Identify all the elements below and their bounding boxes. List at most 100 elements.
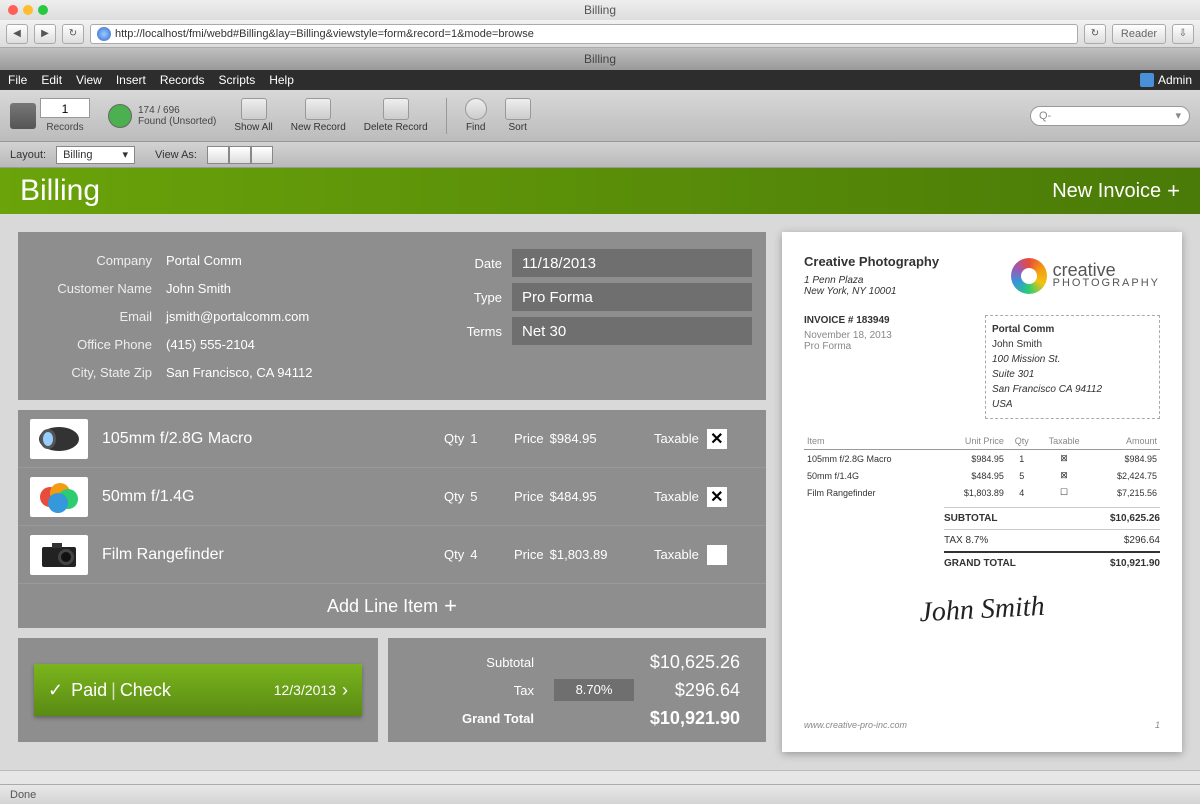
paid-date: 12/3/2013	[274, 682, 336, 698]
sort-button[interactable]: Sort	[505, 98, 531, 133]
qty-value[interactable]: 5	[470, 489, 477, 504]
check-icon: ✓	[48, 680, 63, 701]
paid-label: Paid	[71, 680, 107, 701]
citystate-field[interactable]: San Francisco, CA 94112	[166, 365, 312, 380]
signature: John Smith	[803, 585, 1160, 636]
record-navigator[interactable]: 1 Records	[10, 98, 90, 133]
find-button[interactable]: Find	[465, 98, 487, 133]
quick-search[interactable]: Q-▾	[1030, 106, 1190, 126]
line-items-panel: 105mm f/2.8G Macro Qty1 Price$984.95 Tax…	[18, 410, 766, 628]
record-number-input[interactable]: 1	[40, 98, 90, 118]
customer-name-field[interactable]: John Smith	[166, 281, 231, 296]
price-value[interactable]: $984.95	[550, 431, 597, 446]
reader-button[interactable]: Reader	[1112, 24, 1166, 44]
show-all-button[interactable]: Show All	[234, 98, 272, 133]
phone-field[interactable]: (415) 555-2104	[166, 337, 255, 352]
window-controls[interactable]	[8, 5, 48, 15]
line-item[interactable]: 105mm f/2.8G Macro Qty1 Price$984.95 Tax…	[18, 410, 766, 468]
aperture-icon	[1011, 258, 1047, 294]
qty-value[interactable]: 4	[470, 547, 477, 562]
taxable-checkbox[interactable]	[707, 545, 727, 565]
price-value[interactable]: $484.95	[550, 489, 597, 504]
payment-status-bar[interactable]: ✓ Paid | Check 12/3/2013 ›	[34, 664, 362, 716]
line-item[interactable]: 50mm f/1.4G Qty5 Price$484.95 Taxable✕	[18, 468, 766, 526]
found-sub: Found (Unsorted)	[138, 116, 216, 127]
user-name: Admin	[1158, 73, 1192, 87]
layout-label: Layout:	[10, 149, 46, 161]
forward-button[interactable]: ▶	[34, 24, 56, 44]
showall-icon	[241, 98, 267, 120]
invoice-company: Creative Photography	[804, 254, 939, 269]
reload-button[interactable]: ↻	[62, 24, 84, 44]
price-value[interactable]: $1,803.89	[550, 547, 608, 562]
new-invoice-button[interactable]: New Invoice+	[1052, 178, 1180, 204]
found-count: 174 / 696	[138, 105, 216, 116]
product-name: 50mm f/1.4G	[102, 488, 444, 506]
page-header: Billing New Invoice+	[0, 168, 1200, 214]
reload-button-right[interactable]: ↻	[1084, 24, 1106, 44]
email-field[interactable]: jsmith@portalcomm.com	[166, 309, 309, 324]
url-bar[interactable]: http://localhost/fmi/webd#Billing&lay=Bi…	[90, 24, 1078, 44]
company-field[interactable]: Portal Comm	[166, 253, 242, 268]
minimize-icon[interactable]	[23, 5, 33, 15]
line-item[interactable]: Film Rangefinder Qty4 Price$1,803.89 Tax…	[18, 526, 766, 584]
close-icon[interactable]	[8, 5, 18, 15]
tax-rate-field[interactable]: 8.70%	[554, 679, 634, 701]
product-thumb	[30, 477, 88, 517]
invoice-logo: creativePHOTOGRAPHY	[1011, 254, 1160, 297]
invoice-table: ItemUnit PriceQtyTaxableAmount 105mm f/2…	[804, 433, 1160, 501]
window-titlebar: Billing	[0, 0, 1200, 20]
browser-tab[interactable]: Billing	[0, 48, 1200, 70]
menu-view[interactable]: View	[76, 73, 102, 87]
date-field[interactable]: 11/18/2013	[512, 249, 752, 277]
menu-file[interactable]: File	[8, 73, 27, 87]
view-table-icon[interactable]	[251, 146, 273, 164]
menu-edit[interactable]: Edit	[41, 73, 62, 87]
plus-icon: +	[1167, 178, 1180, 204]
qty-value[interactable]: 1	[470, 431, 477, 446]
menu-records[interactable]: Records	[160, 73, 205, 87]
customer-panel: CompanyPortal Comm Customer NameJohn Smi…	[18, 232, 766, 400]
find-icon	[465, 98, 487, 120]
zoom-icon[interactable]	[38, 5, 48, 15]
page-title: Billing	[20, 174, 100, 208]
status-text: Done	[10, 789, 36, 801]
menu-scripts[interactable]: Scripts	[219, 73, 256, 87]
layout-selector[interactable]: Billing▾	[56, 146, 135, 164]
payment-panel: ✓ Paid | Check 12/3/2013 ›	[18, 638, 378, 742]
newrecord-icon	[305, 98, 331, 120]
share-button[interactable]: ⇩	[1172, 24, 1194, 44]
pie-icon	[108, 104, 132, 128]
paid-method: Check	[120, 680, 171, 701]
status-bar: Done	[0, 784, 1200, 804]
horizontal-scrollbar[interactable]	[0, 770, 1200, 784]
view-list-icon[interactable]	[229, 146, 251, 164]
view-form-icon[interactable]	[207, 146, 229, 164]
content-area: CompanyPortal Comm Customer NameJohn Smi…	[0, 214, 1200, 770]
product-thumb	[30, 419, 88, 459]
delete-record-button[interactable]: Delete Record	[364, 98, 428, 133]
tab-label: Billing	[584, 52, 616, 66]
back-button[interactable]: ◀	[6, 24, 28, 44]
type-field[interactable]: Pro Forma	[512, 283, 752, 311]
record-status: 174 / 696Found (Unsorted)	[108, 104, 216, 128]
records-label: Records	[46, 122, 83, 133]
terms-field[interactable]: Net 30	[512, 317, 752, 345]
view-buttons[interactable]	[207, 146, 273, 164]
menu-insert[interactable]: Insert	[116, 73, 146, 87]
chevron-right-icon: ›	[342, 680, 348, 701]
taxable-checkbox[interactable]: ✕	[707, 429, 727, 449]
new-record-button[interactable]: New Record	[291, 98, 346, 133]
add-line-item-button[interactable]: Add Line Item+	[18, 584, 766, 628]
menu-help[interactable]: Help	[269, 73, 294, 87]
user-badge[interactable]: Admin	[1140, 73, 1192, 87]
taxable-checkbox[interactable]: ✕	[707, 487, 727, 507]
plus-icon: +	[444, 593, 457, 619]
layout-bar: Layout: Billing▾ View As:	[0, 142, 1200, 168]
grand-total-value: $10,921.90	[634, 708, 740, 729]
window-title: Billing	[584, 3, 616, 17]
product-name: Film Rangefinder	[102, 546, 444, 564]
browser-navbar: ◀ ▶ ↻ http://localhost/fmi/webd#Billing&…	[0, 20, 1200, 48]
record-book-icon[interactable]	[10, 103, 36, 129]
deleterecord-icon	[383, 98, 409, 120]
